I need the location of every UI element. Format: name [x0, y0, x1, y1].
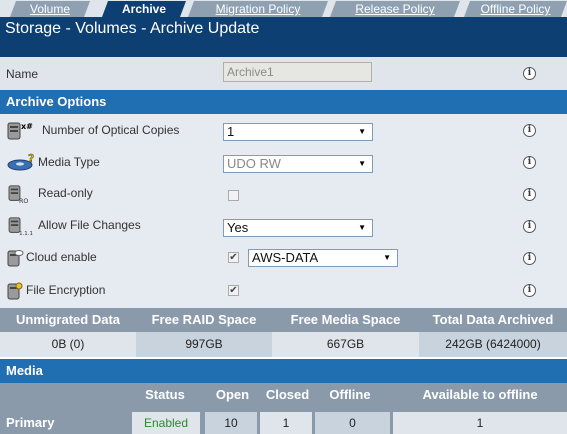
svg-text:1.1.1: 1.1.1	[19, 231, 33, 236]
read-only-icon: RO	[8, 185, 28, 204]
stats-header-unmigrated: Unmigrated Data	[15, 312, 121, 327]
storage-stats-values: 0B (0) 997GB 667GB 242GB (6424000)	[0, 332, 567, 357]
media-col-offline: Offline	[329, 387, 371, 402]
stats-value-total-archived: 242GB (6424000)	[419, 332, 567, 357]
optical-copies-select[interactable]: 1 ▼	[223, 123, 373, 141]
chevron-down-icon: ▼	[358, 223, 366, 232]
cloud-enable-label: Cloud enable	[26, 250, 97, 264]
read-only-checkbox[interactable]	[228, 190, 239, 201]
tab-volume[interactable]: Volume	[10, 1, 90, 17]
tab-migration-policy[interactable]: Migration Policy	[188, 1, 328, 17]
allow-file-changes-label: Allow File Changes	[38, 218, 141, 232]
media-disc-icon: ?	[7, 152, 35, 171]
stats-value-free-media: 667GB	[272, 332, 419, 357]
media-type-label: Media Type	[38, 155, 100, 169]
name-label: Name	[6, 67, 39, 81]
file-encryption-checkbox[interactable]: ✔	[228, 285, 239, 296]
media-offline-value: 0	[315, 412, 390, 434]
page-title: Storage - Volumes - Archive Update	[5, 20, 260, 37]
info-icon[interactable]: i	[523, 284, 536, 297]
cloud-storage-icon	[7, 250, 24, 267]
media-open-value: 10	[205, 412, 257, 434]
stats-value-free-raid: 997GB	[136, 332, 272, 357]
read-only-label: Read-only	[38, 186, 93, 200]
svg-text:x#: x#	[21, 122, 33, 131]
stats-value-unmigrated: 0B (0)	[0, 332, 136, 357]
allow-file-changes-select[interactable]: Yes ▼	[223, 219, 373, 237]
chevron-down-icon: ▼	[383, 253, 391, 262]
media-row-name: Primary	[6, 415, 55, 430]
info-icon[interactable]: i	[523, 156, 536, 169]
archive-options-header: Archive Options	[0, 90, 567, 114]
cloud-enable-row: Cloud enable ✔ AWS-DATA ▼ i	[0, 242, 567, 274]
storage-stats-header: Unmigrated Data Free RAID Space Free Med…	[0, 308, 567, 332]
media-col-status: Status	[145, 387, 185, 402]
status-badge: Enabled	[132, 412, 200, 434]
media-col-available: Available to offline	[422, 387, 538, 402]
cloud-target-value: AWS-DATA	[252, 250, 319, 265]
media-type-value: UDO RW	[227, 156, 281, 171]
optical-copies-label: Number of Optical Copies	[42, 123, 180, 137]
media-closed-value: 1	[260, 412, 312, 434]
media-available-value: 1	[393, 412, 567, 434]
svg-text:?: ?	[28, 152, 34, 165]
media-col-closed: Closed	[265, 387, 310, 402]
chevron-down-icon: ▼	[358, 127, 366, 136]
info-icon[interactable]: i	[523, 220, 536, 233]
media-header: Media	[0, 359, 567, 383]
stats-header-free-media: Free Media Space	[290, 312, 401, 327]
allow-file-changes-value: Yes	[227, 220, 249, 235]
name-row: Name Archive1 i	[0, 57, 567, 90]
optical-copies-value: 1	[227, 124, 235, 139]
tab-bar: Volume Archive Migration Policy Release …	[0, 0, 567, 17]
name-field[interactable]: Archive1	[223, 62, 372, 82]
tab-offline-policy[interactable]: Offline Policy	[464, 1, 567, 17]
stats-header-free-raid: Free RAID Space	[151, 312, 257, 327]
tab-archive[interactable]: Archive	[102, 1, 186, 17]
info-icon[interactable]: i	[523, 252, 536, 265]
tab-release-policy[interactable]: Release Policy	[330, 1, 460, 17]
info-icon[interactable]: i	[523, 188, 536, 201]
page-title-bar: Storage - Volumes - Archive Update	[0, 17, 567, 57]
encryption-icon	[7, 282, 23, 300]
info-icon[interactable]: i	[523, 124, 536, 137]
file-encryption-row: File Encryption ✔ i	[0, 274, 567, 308]
chevron-down-icon: ▼	[358, 159, 366, 168]
table-row: Primary Enabled 10 1 0 1	[0, 407, 567, 434]
cloud-target-select[interactable]: AWS-DATA ▼	[248, 249, 398, 267]
media-table-header: Status Open Closed Offline Available to …	[0, 383, 567, 407]
stats-header-total-archived: Total Data Archived	[432, 312, 554, 327]
media-type-row: ? Media Type UDO RW ▼ i	[0, 146, 567, 178]
media-type-select[interactable]: UDO RW ▼	[223, 155, 373, 173]
file-encryption-label: File Encryption	[26, 283, 106, 297]
optical-copies-row: x# Number of Optical Copies 1 ▼ i	[0, 114, 567, 146]
svg-text:RO: RO	[19, 198, 28, 204]
info-icon[interactable]: i	[523, 67, 536, 80]
file-changes-icon: 1.1.1	[8, 217, 33, 236]
cloud-enable-checkbox[interactable]: ✔	[228, 252, 239, 263]
read-only-row: RO Read-only i	[0, 178, 567, 210]
optical-drive-icon: x#	[7, 122, 33, 140]
allow-file-changes-row: 1.1.1 Allow File Changes Yes ▼ i	[0, 210, 567, 242]
media-col-open: Open	[215, 387, 250, 402]
